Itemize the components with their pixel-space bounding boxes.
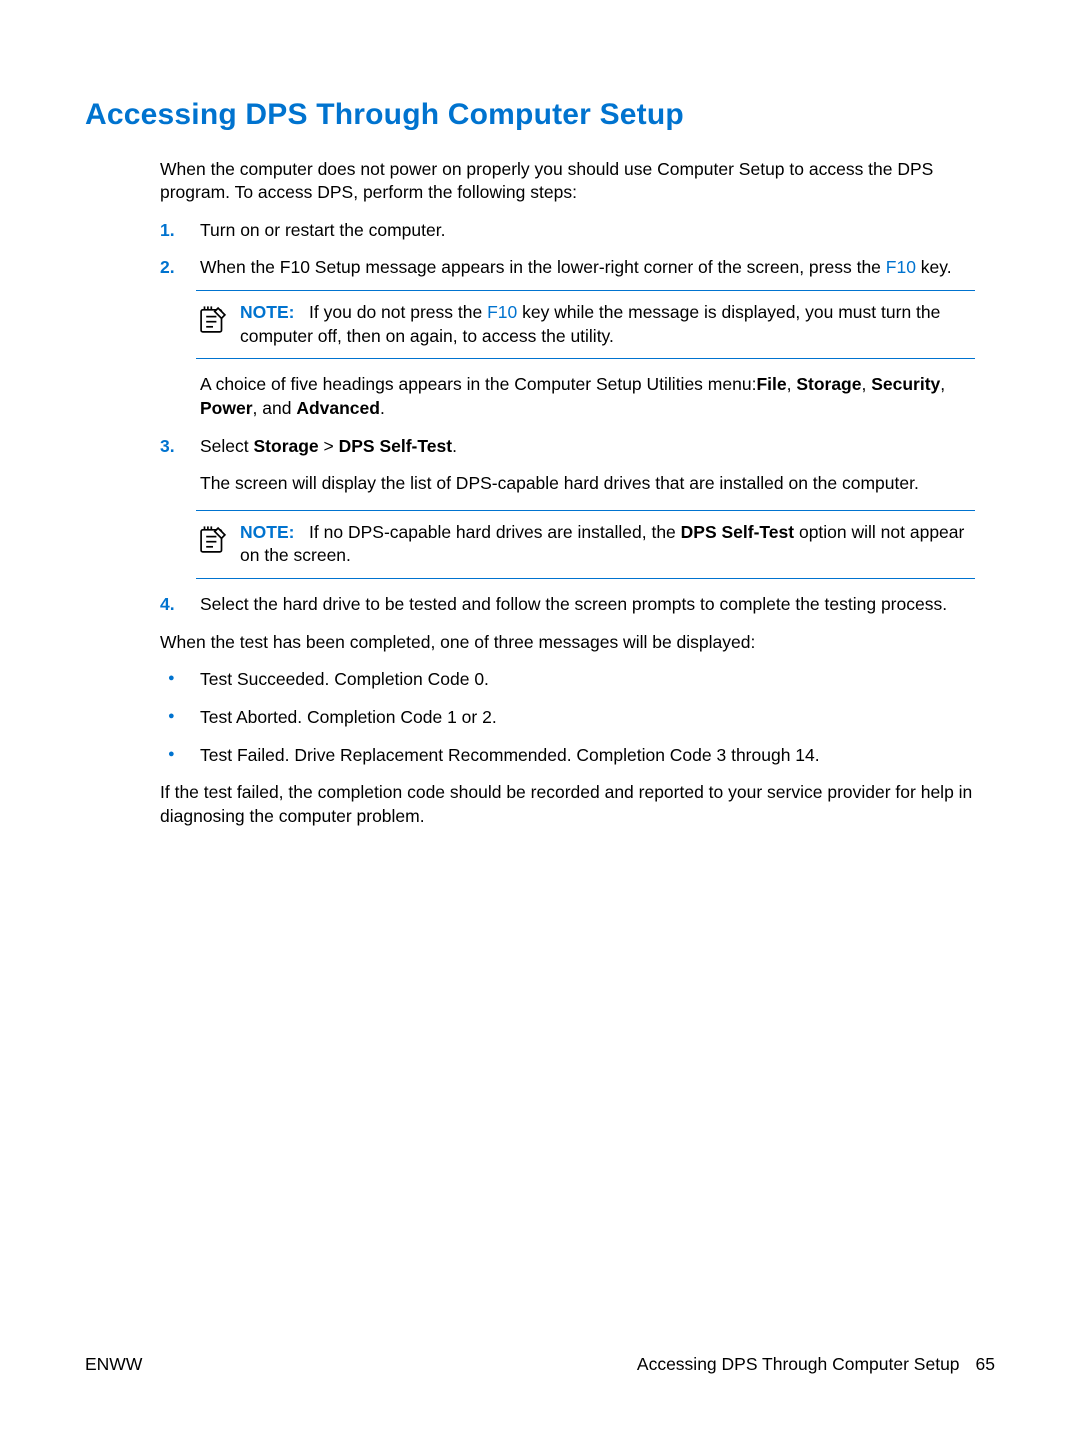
note-icon (196, 521, 240, 564)
step-1: 1. Turn on or restart the computer. (160, 219, 975, 243)
step-2-after: A choice of five headings appears in the… (200, 373, 975, 420)
step-number: 2. (160, 256, 175, 280)
step-3-after: The screen will display the list of DPS-… (200, 472, 975, 496)
note-label: NOTE: (240, 522, 294, 542)
page-number: 65 (976, 1354, 995, 1374)
note-icon (196, 301, 240, 344)
list-item: Test Failed. Drive Replacement Recommend… (160, 744, 975, 768)
page-title: Accessing DPS Through Computer Setup (85, 95, 995, 136)
f10-link[interactable]: F10 (487, 302, 517, 322)
step-text: Select the hard drive to be tested and f… (200, 594, 947, 614)
step-text: Turn on or restart the computer. (200, 220, 445, 240)
footer-left: ENWW (85, 1353, 142, 1377)
completed-intro: When the test has been completed, one of… (160, 631, 975, 655)
step-number: 3. (160, 435, 175, 459)
footer-right: Accessing DPS Through Computer Setup65 (637, 1353, 995, 1377)
f10-link[interactable]: F10 (886, 257, 916, 277)
step-text: Select Storage > DPS Self-Test. (200, 436, 457, 456)
step-text: When the F10 Setup message appears in th… (200, 257, 952, 277)
note-block: NOTE: If you do not press the F10 key wh… (196, 290, 975, 359)
note-text: NOTE: If no DPS-capable hard drives are … (240, 521, 975, 568)
page-footer: ENWW Accessing DPS Through Computer Setu… (85, 1353, 995, 1377)
list-item: Test Succeeded. Completion Code 0. (160, 668, 975, 692)
document-page: Accessing DPS Through Computer Setup Whe… (0, 0, 1080, 1437)
note-label: NOTE: (240, 302, 294, 322)
step-number: 4. (160, 593, 175, 617)
note-text: NOTE: If you do not press the F10 key wh… (240, 301, 975, 348)
body-content: When the computer does not power on prop… (85, 158, 995, 829)
step-number: 1. (160, 219, 175, 243)
step-4: 4. Select the hard drive to be tested an… (160, 593, 975, 617)
steps-list: 1. Turn on or restart the computer. 2. W… (160, 219, 975, 617)
list-item: Test Aborted. Completion Code 1 or 2. (160, 706, 975, 730)
intro-paragraph: When the computer does not power on prop… (160, 158, 975, 205)
step-3: 3. Select Storage > DPS Self-Test. The s… (160, 435, 975, 580)
results-list: Test Succeeded. Completion Code 0. Test … (160, 668, 975, 767)
note-block: NOTE: If no DPS-capable hard drives are … (196, 510, 975, 579)
outro-paragraph: If the test failed, the completion code … (160, 781, 975, 828)
step-2: 2. When the F10 Setup message appears in… (160, 256, 975, 420)
